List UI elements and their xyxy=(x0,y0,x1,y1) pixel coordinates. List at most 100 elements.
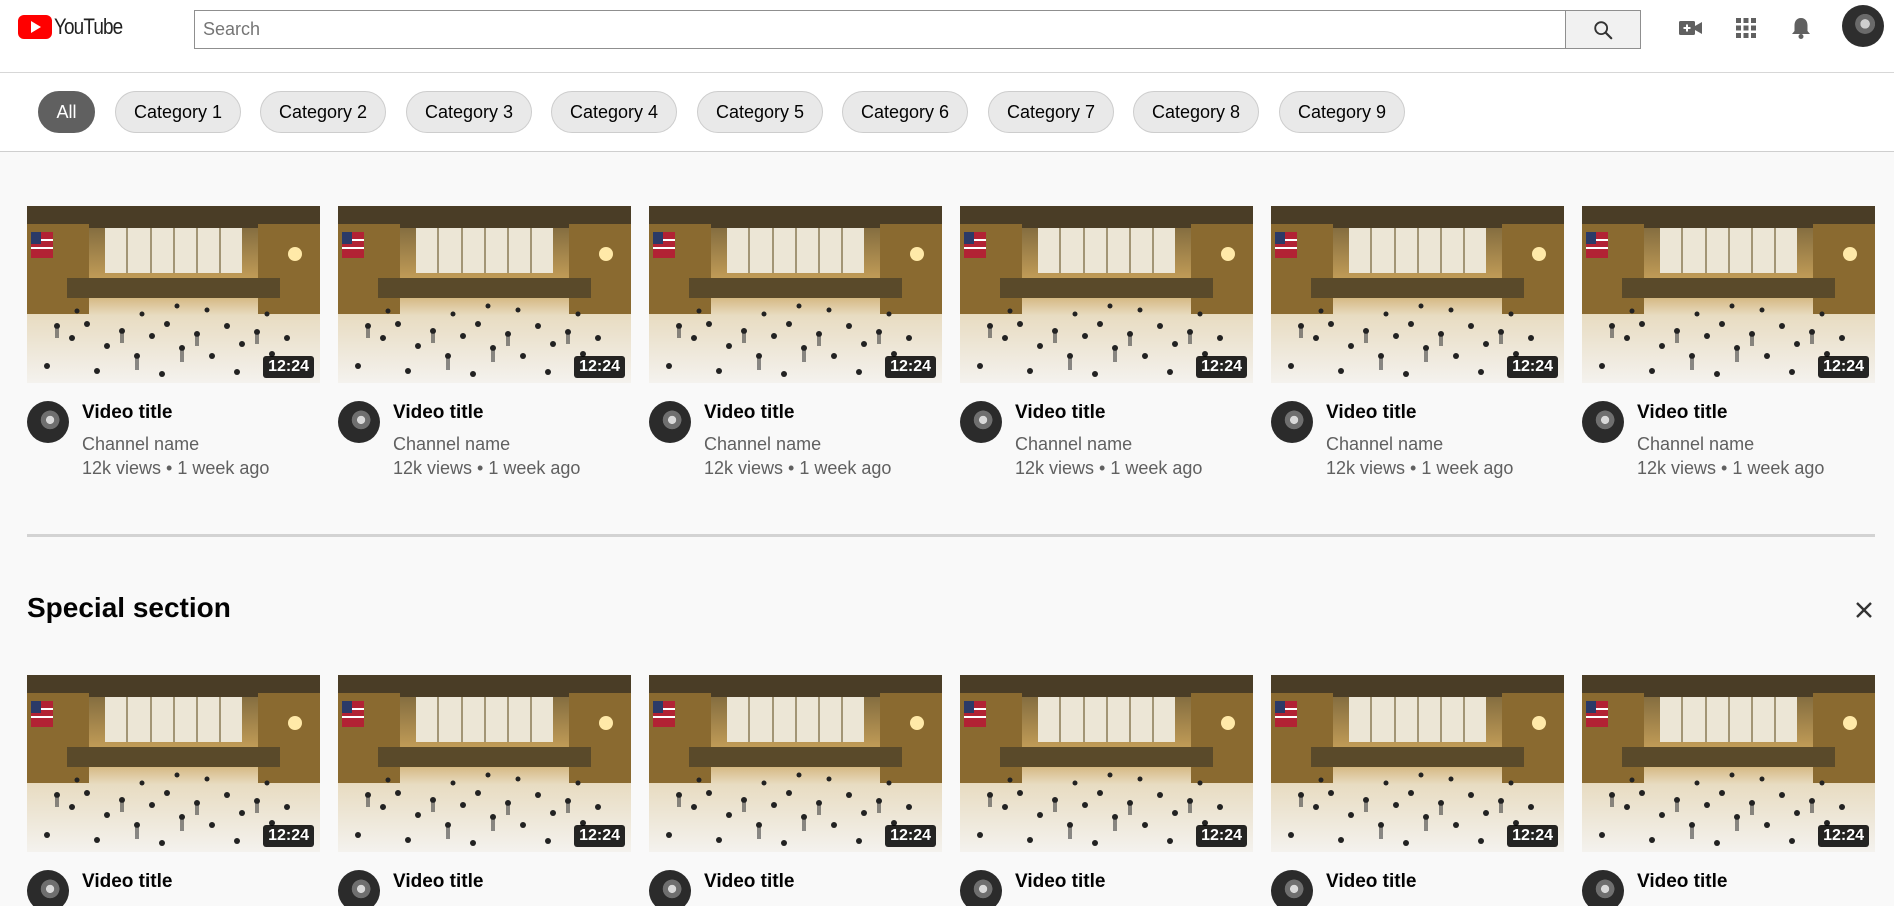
video-duration: 12:24 xyxy=(1507,825,1558,847)
create-video-button[interactable] xyxy=(1676,13,1706,43)
video-stats: 12k views • 1 week ago xyxy=(82,458,270,478)
user-avatar[interactable] xyxy=(1842,5,1884,47)
special-video-card[interactable]: 12:24 Video title xyxy=(1582,675,1875,906)
section-divider xyxy=(27,534,1875,537)
video-thumbnail[interactable]: 12:24 xyxy=(338,675,631,852)
channel-avatar[interactable] xyxy=(27,870,69,906)
special-video-card[interactable]: 12:24 Video title xyxy=(649,675,942,906)
video-card[interactable]: 12:24 Video title Channel name 12k views… xyxy=(1271,206,1564,478)
video-duration: 12:24 xyxy=(1507,356,1558,378)
chip-category-2[interactable]: Category 2 xyxy=(260,91,386,133)
channel-name[interactable]: Channel name xyxy=(1326,434,1443,455)
video-title[interactable]: Video title xyxy=(704,402,794,424)
video-title[interactable]: Video title xyxy=(1326,402,1416,424)
video-stats: 12k views • 1 week ago xyxy=(393,458,581,478)
chip-all[interactable]: All xyxy=(38,91,95,133)
apps-grid-icon xyxy=(1736,18,1756,38)
video-card[interactable]: 12:24 Video title Channel name 12k views… xyxy=(27,206,320,478)
search-button[interactable] xyxy=(1565,10,1641,49)
video-card[interactable]: 12:24 Video title Channel name 12k views… xyxy=(649,206,942,478)
video-stats: 12k views • 1 week ago xyxy=(1637,458,1825,478)
logo-text: YouTube xyxy=(54,14,123,39)
channel-name[interactable]: Channel name xyxy=(393,434,510,455)
video-thumbnail[interactable]: 12:24 xyxy=(338,206,631,383)
chip-category-3[interactable]: Category 3 xyxy=(406,91,532,133)
video-thumbnail[interactable]: 12:24 xyxy=(1271,206,1564,383)
search-icon xyxy=(1594,20,1613,39)
channel-avatar[interactable] xyxy=(27,401,69,443)
video-title[interactable]: Video title xyxy=(393,871,483,893)
masthead: YouTube xyxy=(0,0,1894,72)
chip-category-7[interactable]: Category 7 xyxy=(988,91,1114,133)
video-thumbnail[interactable]: 12:24 xyxy=(960,675,1253,852)
category-chip-bar: All Category 1 Category 2 Category 3 Cat… xyxy=(0,72,1894,152)
channel-avatar[interactable] xyxy=(960,870,1002,906)
video-thumbnail[interactable]: 12:24 xyxy=(27,206,320,383)
video-title[interactable]: Video title xyxy=(1637,871,1727,893)
channel-avatar[interactable] xyxy=(1271,401,1313,443)
special-video-card[interactable]: 12:24 Video title xyxy=(27,675,320,906)
video-title[interactable]: Video title xyxy=(1015,402,1105,424)
channel-name[interactable]: Channel name xyxy=(1015,434,1132,455)
video-title[interactable]: Video title xyxy=(82,871,172,893)
video-duration: 12:24 xyxy=(1196,825,1247,847)
video-duration: 12:24 xyxy=(1818,356,1869,378)
channel-avatar[interactable] xyxy=(338,870,380,906)
search-input[interactable] xyxy=(195,11,1566,48)
video-thumbnail[interactable]: 12:24 xyxy=(1271,675,1564,852)
notifications-bell-icon xyxy=(1792,18,1810,39)
special-video-card[interactable]: 12:24 Video title xyxy=(1271,675,1564,906)
video-duration: 12:24 xyxy=(1818,825,1869,847)
channel-name[interactable]: Channel name xyxy=(82,434,199,455)
video-title[interactable]: Video title xyxy=(82,402,172,424)
channel-name[interactable]: Channel name xyxy=(704,434,821,455)
chip-category-5[interactable]: Category 5 xyxy=(697,91,823,133)
close-icon xyxy=(1856,602,1872,618)
special-video-card[interactable]: 12:24 Video title xyxy=(338,675,631,906)
video-stats: 12k views • 1 week ago xyxy=(1326,458,1514,478)
video-card[interactable]: 12:24 Video title Channel name 12k views… xyxy=(960,206,1253,478)
notifications-button[interactable] xyxy=(1786,13,1816,43)
video-card[interactable]: 12:24 Video title Channel name 12k views… xyxy=(338,206,631,478)
video-title[interactable]: Video title xyxy=(1637,402,1727,424)
channel-avatar[interactable] xyxy=(1582,401,1624,443)
video-duration: 12:24 xyxy=(574,825,625,847)
video-title[interactable]: Video title xyxy=(393,402,483,424)
channel-avatar[interactable] xyxy=(1271,870,1313,906)
special-section-close-button[interactable] xyxy=(1851,597,1877,623)
apps-button[interactable] xyxy=(1731,13,1761,43)
search-box xyxy=(194,10,1566,49)
video-card[interactable]: 12:24 Video title Channel name 12k views… xyxy=(1582,206,1875,478)
video-stats: 12k views • 1 week ago xyxy=(1015,458,1203,478)
channel-avatar[interactable] xyxy=(1582,870,1624,906)
channel-avatar[interactable] xyxy=(649,870,691,906)
chip-category-9[interactable]: Category 9 xyxy=(1279,91,1405,133)
create-video-icon xyxy=(1679,21,1702,35)
chip-category-6[interactable]: Category 6 xyxy=(842,91,968,133)
video-thumbnail[interactable]: 12:24 xyxy=(1582,675,1875,852)
channel-name[interactable]: Channel name xyxy=(1637,434,1754,455)
video-duration: 12:24 xyxy=(885,825,936,847)
video-thumbnail[interactable]: 12:24 xyxy=(649,206,942,383)
video-thumbnail[interactable]: 12:24 xyxy=(960,206,1253,383)
special-video-card[interactable]: 12:24 Video title xyxy=(960,675,1253,906)
video-thumbnail[interactable]: 12:24 xyxy=(1582,206,1875,383)
video-thumbnail[interactable]: 12:24 xyxy=(27,675,320,852)
youtube-play-icon xyxy=(18,15,52,39)
video-title[interactable]: Video title xyxy=(1326,871,1416,893)
channel-avatar[interactable] xyxy=(649,401,691,443)
channel-avatar[interactable] xyxy=(960,401,1002,443)
chip-category-4[interactable]: Category 4 xyxy=(551,91,677,133)
channel-avatar[interactable] xyxy=(338,401,380,443)
chip-category-1[interactable]: Category 1 xyxy=(115,91,241,133)
video-title[interactable]: Video title xyxy=(1015,871,1105,893)
video-duration: 12:24 xyxy=(263,356,314,378)
video-stats: 12k views • 1 week ago xyxy=(704,458,892,478)
video-duration: 12:24 xyxy=(263,825,314,847)
video-duration: 12:24 xyxy=(574,356,625,378)
chip-category-8[interactable]: Category 8 xyxy=(1133,91,1259,133)
video-duration: 12:24 xyxy=(1196,356,1247,378)
youtube-logo[interactable]: YouTube xyxy=(18,14,133,39)
video-title[interactable]: Video title xyxy=(704,871,794,893)
video-thumbnail[interactable]: 12:24 xyxy=(649,675,942,852)
